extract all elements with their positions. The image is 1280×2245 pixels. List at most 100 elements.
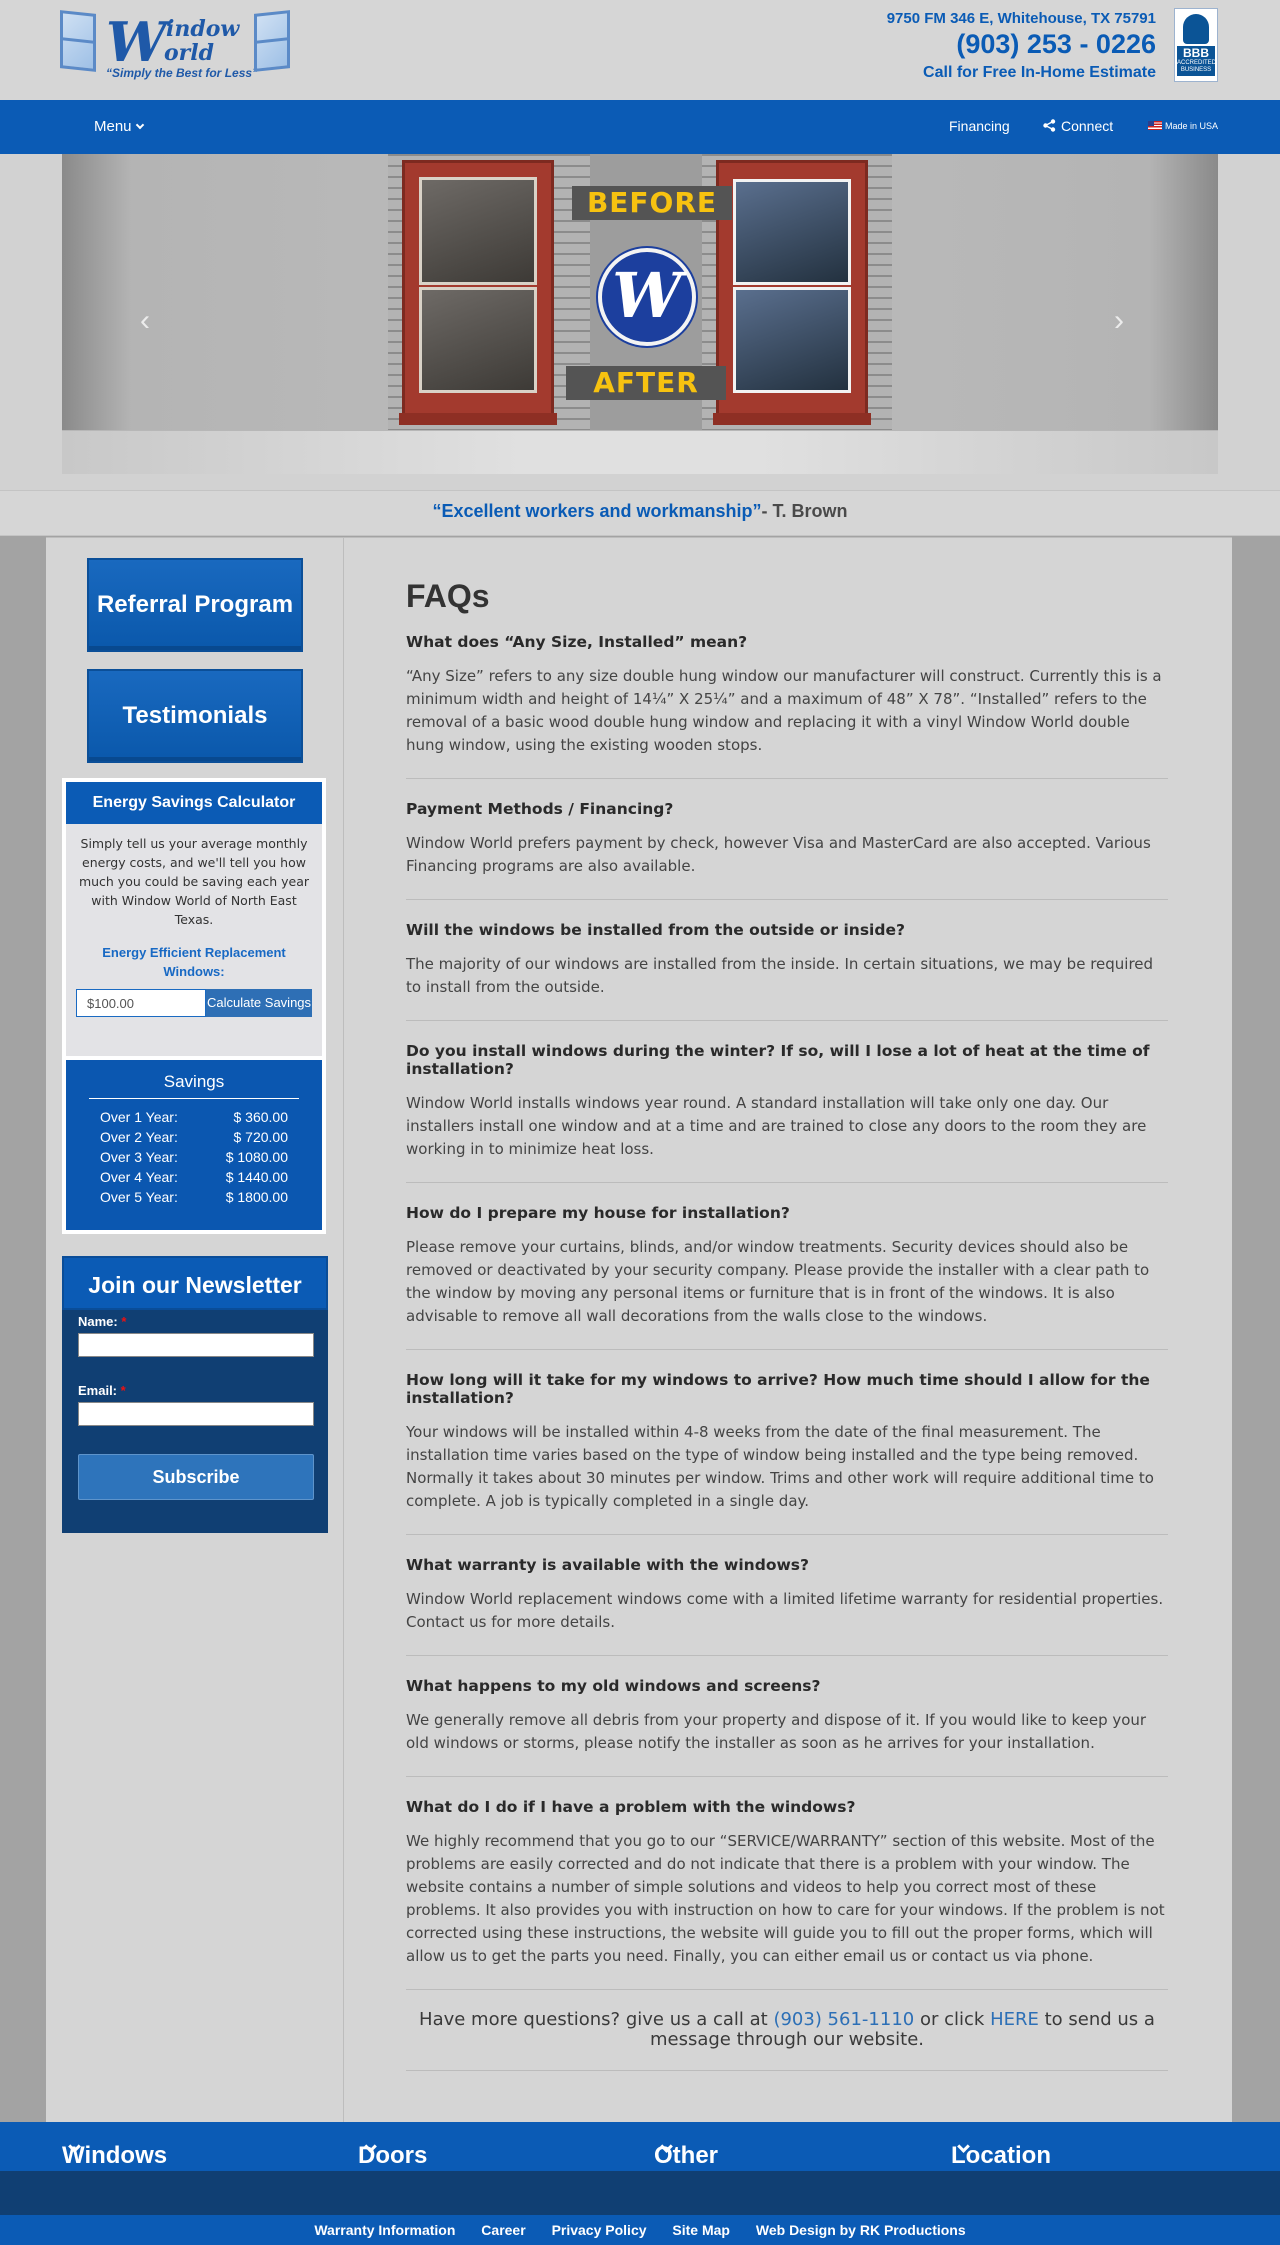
old-window	[399, 160, 557, 425]
required-marker: *	[121, 1314, 127, 1329]
made-in-usa-label: Made in USA	[1165, 121, 1219, 131]
header-phone[interactable]: (903) 253 - 0226	[887, 29, 1156, 60]
menu-toggle[interactable]: Menu	[94, 118, 144, 135]
us-flag-icon	[1148, 121, 1162, 130]
energy-cost-input[interactable]: $100.00	[76, 989, 206, 1017]
savings-row: Over 3 Year: $ 1080.00	[100, 1147, 288, 1167]
email-field[interactable]	[78, 1402, 314, 1426]
faq-answer: Window World installs windows year round…	[406, 1094, 1147, 1158]
email-label: Email: *	[78, 1383, 328, 1398]
calculate-savings-button[interactable]: Calculate Savings	[206, 989, 312, 1017]
window-pane	[419, 287, 537, 393]
window-sill	[399, 413, 557, 425]
faq-item: Will the windows be installed from the o…	[406, 900, 1168, 1021]
savings-label: Over 4 Year:	[100, 1169, 178, 1185]
faq-question: What happens to my old windows and scree…	[406, 1677, 821, 1695]
faq-item: Payment Methods / Financing? Window Worl…	[406, 779, 1168, 900]
savings-panel: Savings Over 1 Year: $ 360.00 Over 2 Year…	[66, 1060, 322, 1230]
name-label-text: Name:	[78, 1314, 118, 1329]
menu-label: Menu	[94, 118, 132, 135]
chevron-down-icon	[135, 120, 144, 130]
savings-row: Over 5 Year: $ 1800.00	[100, 1187, 288, 1207]
nav-connect[interactable]: Connect	[1043, 118, 1113, 134]
connect-label: Connect	[1061, 118, 1114, 134]
contact-link[interactable]: HERE	[990, 2009, 1039, 2030]
savings-row: Over 2 Year: $ 720.00	[100, 1127, 288, 1147]
warranty-link[interactable]: Warranty Information	[314, 2222, 455, 2238]
faq-item: How do I prepare my house for installati…	[406, 1183, 1168, 1350]
calculator-subtitle: Energy Efficient Replacement Windows:	[102, 945, 286, 979]
ask-text: or click	[919, 2009, 985, 2030]
window-icon	[254, 10, 290, 72]
bbb-badge[interactable]: BBB ACCREDITED BUSINESS	[1174, 8, 1218, 82]
bbb-title: BBB	[1177, 46, 1215, 60]
made-in-usa: Made in USA	[1148, 121, 1218, 131]
faq-question: Will the windows be installed from the o…	[406, 921, 905, 939]
faq-item: What does “Any Size, Installed” mean? “A…	[406, 633, 1168, 779]
share-icon	[1043, 119, 1056, 132]
faq-answer: Window World prefers payment by check, h…	[406, 834, 1151, 875]
window-pane	[733, 179, 851, 285]
faq-question: How long will it take for my windows to …	[406, 1371, 1150, 1407]
faq-content: FAQs What does “Any Size, Installed” mea…	[406, 578, 1168, 2071]
footer-band	[0, 2171, 1280, 2215]
savings-label: Over 1 Year:	[100, 1109, 178, 1125]
savings-value: $ 1440.00	[225, 1169, 288, 1185]
before-after-image: BEFORE AFTER W	[388, 154, 892, 430]
subscribe-button[interactable]: Subscribe	[78, 1454, 314, 1500]
window-pane	[419, 177, 537, 285]
nav-financing[interactable]: Financing	[949, 118, 1010, 134]
savings-value: $ 1080.00	[225, 1149, 288, 1165]
newsletter-title: Join our Newsletter	[62, 1256, 328, 1310]
calculator-title: Energy Savings Calculator	[66, 782, 322, 824]
name-field[interactable]	[78, 1333, 314, 1357]
more-questions: Have more questions? give us a call at (…	[406, 1990, 1168, 2071]
window-sill	[713, 413, 871, 425]
slider-prev-button[interactable]: ‹	[140, 304, 150, 338]
testimonial-quote: “Excellent workers and workmanship”	[432, 501, 762, 521]
faq-question: What warranty is available with the wind…	[406, 1556, 809, 1574]
privacy-link[interactable]: Privacy Policy	[552, 2222, 647, 2238]
faq-item: How long will it take for my windows to …	[406, 1350, 1168, 1535]
web-design-link[interactable]: Web Design by RK Productions	[756, 2222, 966, 2238]
required-marker: *	[120, 1383, 126, 1398]
slider-next-button[interactable]: ›	[1114, 304, 1124, 338]
slider-stage: BEFORE AFTER W ‹ ›	[62, 154, 1218, 430]
savings-label: Over 5 Year:	[100, 1189, 178, 1205]
savings-title: Savings	[163, 1072, 225, 1091]
testimonials-button[interactable]: Testimonials	[87, 669, 303, 763]
faq-question: Payment Methods / Financing?	[406, 800, 674, 818]
phone-link[interactable]: (903) 561-1110	[773, 2009, 914, 2030]
faq-answer: We generally remove all debris from your…	[406, 1711, 1147, 1752]
faq-item: What warranty is available with the wind…	[406, 1535, 1168, 1656]
logo-tagline: “Simply the Best for Less”	[106, 66, 259, 80]
logo-word-indow: indow	[166, 16, 240, 42]
faq-question: How do I prepare my house for installati…	[406, 1204, 790, 1222]
savings-row: Over 4 Year: $ 1440.00	[100, 1167, 288, 1187]
faq-answer: Please remove your curtains, blinds, and…	[406, 1238, 1150, 1325]
window-pane	[733, 287, 851, 393]
after-banner: AFTER	[566, 366, 726, 400]
faq-answer: Window World replacement windows come wi…	[406, 1590, 1164, 1631]
divider	[89, 1098, 299, 1099]
window-world-logo[interactable]: W indow orld “Simply the Best for Less”	[60, 6, 296, 84]
page-title: FAQs	[406, 578, 490, 614]
window-icon	[60, 10, 96, 72]
savings-label: Over 3 Year:	[100, 1149, 178, 1165]
bbb-subtitle: ACCREDITED BUSINESS	[1177, 60, 1216, 76]
career-link[interactable]: Career	[481, 2222, 525, 2238]
referral-program-button[interactable]: Referral Program	[87, 558, 303, 652]
new-window	[713, 160, 871, 425]
before-banner: BEFORE	[572, 186, 732, 220]
calculator-description: Simply tell us your average monthly ener…	[78, 836, 310, 927]
logo-letter: W	[106, 10, 167, 74]
estimate-cta[interactable]: Call for Free In-Home Estimate	[887, 64, 1156, 82]
logo-word-orld: orld	[164, 40, 215, 66]
w-logo-icon: W	[598, 248, 696, 346]
site-header: W indow orld “Simply the Best for Less” …	[0, 0, 1280, 100]
contact-block: 9750 FM 346 E, Whitehouse, TX 75791 (903…	[887, 10, 1156, 82]
sitemap-link[interactable]: Site Map	[672, 2222, 730, 2238]
faq-item: What happens to my old windows and scree…	[406, 1656, 1168, 1777]
sidebar: Referral Program Testimonials Energy Sav…	[46, 538, 344, 2123]
